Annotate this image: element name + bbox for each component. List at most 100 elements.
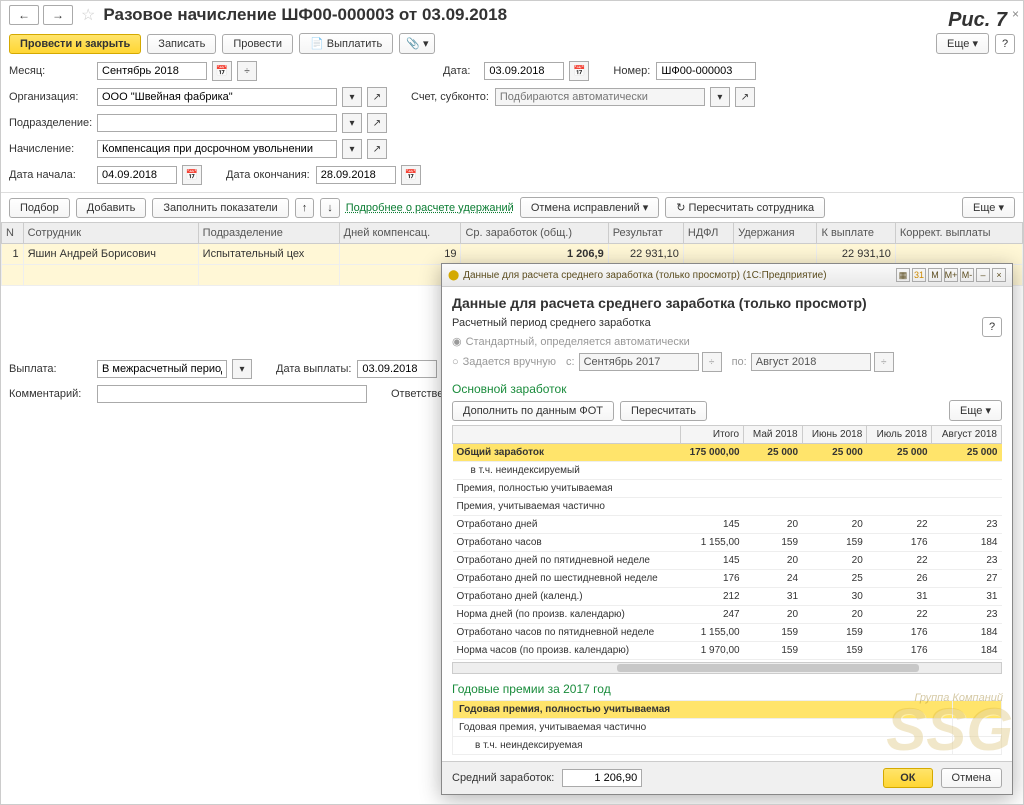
table-row[interactable]: Отработано дней по шестидневной неделе17… bbox=[453, 570, 1002, 588]
column-header[interactable]: N bbox=[2, 223, 24, 244]
spin-icon[interactable]: ÷ bbox=[237, 61, 257, 81]
date-label: Дата: bbox=[443, 65, 470, 77]
comment-label: Комментарий: bbox=[9, 388, 91, 400]
column-header: Итого bbox=[680, 426, 743, 444]
post-button[interactable]: Провести bbox=[222, 34, 293, 54]
more-button[interactable]: Еще ▾ bbox=[962, 197, 1015, 218]
fill-button[interactable]: Заполнить показатели bbox=[152, 198, 288, 218]
dash-icon[interactable]: – bbox=[976, 268, 990, 282]
table-row[interactable]: 1 Яшин Андрей Борисович Испытательный це… bbox=[2, 244, 1023, 265]
table-row[interactable]: в т.ч. неиндексируемый bbox=[453, 462, 1002, 480]
scrollbar[interactable] bbox=[452, 662, 1002, 674]
help-button[interactable]: ? bbox=[982, 317, 1002, 337]
add-button[interactable]: Добавить bbox=[76, 198, 147, 218]
close-icon[interactable]: × bbox=[1012, 7, 1019, 21]
table-row[interactable]: Премия, учитываемая частично bbox=[453, 498, 1002, 516]
more-button[interactable]: Еще ▾ bbox=[936, 33, 989, 54]
table-row[interactable]: Норма дней (по произв. календарю)2472020… bbox=[453, 606, 1002, 624]
table-row[interactable]: Годовая премия, полностью учитываемая bbox=[453, 701, 1002, 719]
open-icon[interactable]: ↗ bbox=[367, 139, 387, 159]
dropdown-icon[interactable]: ▾ bbox=[342, 139, 362, 159]
section-main-earnings: Основной заработок bbox=[452, 382, 1002, 396]
number-field[interactable] bbox=[656, 62, 756, 80]
column-header[interactable]: Сотрудник bbox=[23, 223, 198, 244]
from-field bbox=[579, 353, 699, 371]
table-row[interactable]: Отработано часов по пятидневной неделе1 … bbox=[453, 624, 1002, 642]
accrual-field[interactable] bbox=[97, 140, 337, 158]
fill-fot-button[interactable]: Дополнить по данным ФОТ bbox=[452, 401, 614, 421]
mminus-icon[interactable]: M- bbox=[960, 268, 974, 282]
column-header[interactable]: Удержания bbox=[734, 223, 817, 244]
recalc-button[interactable]: Пересчитать bbox=[620, 401, 707, 421]
calendar-icon[interactable]: 📅 bbox=[401, 165, 421, 185]
figure-label: Рис. 7 bbox=[948, 9, 1007, 32]
column-header[interactable]: Дней компенсац. bbox=[339, 223, 461, 244]
save-button[interactable]: Записать bbox=[147, 34, 216, 54]
table-row[interactable]: Общий заработок175 000,0025 00025 00025 … bbox=[453, 444, 1002, 462]
calendar-icon[interactable]: 📅 bbox=[569, 61, 589, 81]
column-header[interactable]: Подразделение bbox=[198, 223, 339, 244]
more-button[interactable]: Еще ▾ bbox=[949, 400, 1002, 421]
back-button[interactable]: ← bbox=[9, 5, 39, 25]
table-row[interactable]: Отработано дней (календ.)21231303131 bbox=[453, 588, 1002, 606]
ok-button[interactable]: ОК bbox=[883, 768, 932, 788]
dstart-field[interactable] bbox=[97, 166, 177, 184]
comment-field[interactable] bbox=[97, 385, 367, 403]
date-field[interactable] bbox=[484, 62, 564, 80]
post-close-button[interactable]: Провести и закрыть bbox=[9, 34, 141, 54]
open-icon[interactable]: ↗ bbox=[367, 113, 387, 133]
up-button[interactable]: ↑ bbox=[295, 198, 315, 218]
pdate-field[interactable] bbox=[357, 360, 437, 378]
column-header[interactable]: Ср. заработок (общ.) bbox=[461, 223, 608, 244]
org-field[interactable] bbox=[97, 88, 337, 106]
dropdown-icon[interactable]: ▾ bbox=[342, 113, 362, 133]
table-row[interactable]: в т.ч. неиндексируемая bbox=[453, 737, 1002, 755]
table-row[interactable]: Премия, полностью учитываемая bbox=[453, 480, 1002, 498]
recalc-button[interactable]: ↻ Пересчитать сотрудника bbox=[665, 197, 825, 218]
date-icon[interactable]: 31 bbox=[912, 268, 926, 282]
table-row[interactable]: Отработано дней по пятидневной неделе145… bbox=[453, 552, 1002, 570]
pay-button[interactable]: 📄 Выплатить bbox=[299, 33, 393, 54]
mplus-icon[interactable]: M+ bbox=[944, 268, 958, 282]
modal-heading: Данные для расчета среднего заработка (т… bbox=[452, 295, 1002, 311]
modal-sub: Расчетный период среднего заработка bbox=[452, 317, 1002, 329]
avg-field bbox=[562, 769, 642, 787]
column-header[interactable]: Результат bbox=[608, 223, 683, 244]
pick-button[interactable]: Подбор bbox=[9, 198, 70, 218]
attach-button[interactable]: 📎 ▾ bbox=[399, 33, 435, 54]
details-link[interactable]: Подробнее о расчете удержаний bbox=[346, 202, 514, 214]
pdate-label: Дата выплаты: bbox=[276, 363, 351, 375]
dropdown-icon[interactable]: ▾ bbox=[232, 359, 252, 379]
avg-label: Средний заработок: bbox=[452, 772, 554, 784]
payout-label: Выплата: bbox=[9, 363, 91, 375]
column-header: Июль 2018 bbox=[867, 426, 932, 444]
app-icon: ⬤ bbox=[448, 270, 459, 281]
column-header[interactable]: Коррект. выплаты bbox=[895, 223, 1022, 244]
dept-field[interactable] bbox=[97, 114, 337, 132]
calendar-icon[interactable]: 📅 bbox=[182, 165, 202, 185]
account-field[interactable] bbox=[495, 88, 705, 106]
table-row[interactable]: Годовая премия, учитываемая частично bbox=[453, 719, 1002, 737]
open-icon[interactable]: ↗ bbox=[367, 87, 387, 107]
dend-field[interactable] bbox=[316, 166, 396, 184]
table-row[interactable]: Отработано дней14520202223 bbox=[453, 516, 1002, 534]
calendar-icon[interactable]: 📅 bbox=[212, 61, 232, 81]
month-field[interactable] bbox=[97, 62, 207, 80]
column-header[interactable]: К выплате bbox=[817, 223, 895, 244]
table-row[interactable]: Норма часов (по произв. календарю)1 970,… bbox=[453, 642, 1002, 660]
close-icon[interactable]: × bbox=[992, 268, 1006, 282]
help-button[interactable]: ? bbox=[995, 34, 1015, 54]
open-icon[interactable]: ↗ bbox=[735, 87, 755, 107]
star-icon[interactable]: ☆ bbox=[81, 5, 95, 25]
down-button[interactable]: ↓ bbox=[320, 198, 340, 218]
cancel-button[interactable]: Отмена bbox=[941, 768, 1002, 788]
dropdown-icon[interactable]: ▾ bbox=[710, 87, 730, 107]
calc-icon[interactable]: ▦ bbox=[896, 268, 910, 282]
m-icon[interactable]: M bbox=[928, 268, 942, 282]
cancel-corr-button[interactable]: Отмена исправлений ▾ bbox=[520, 197, 659, 218]
forward-button[interactable]: → bbox=[43, 5, 73, 25]
table-row[interactable]: Отработано часов1 155,00159159176184 bbox=[453, 534, 1002, 552]
column-header[interactable]: НДФЛ bbox=[683, 223, 733, 244]
dropdown-icon[interactable]: ▾ bbox=[342, 87, 362, 107]
payout-field[interactable] bbox=[97, 360, 227, 378]
